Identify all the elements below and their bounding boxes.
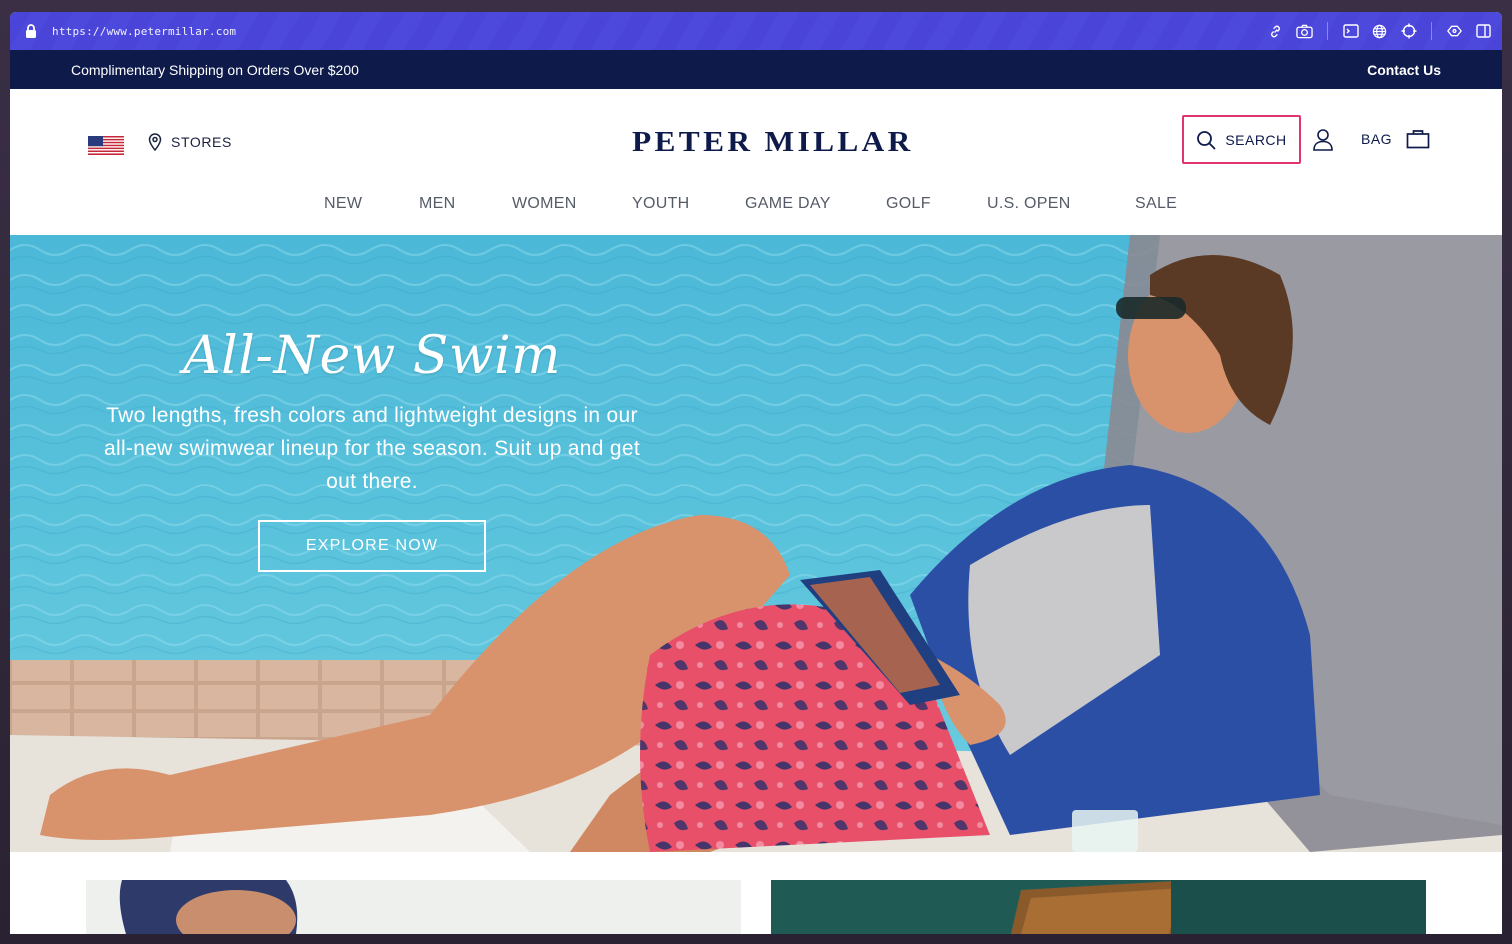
us-flag-icon[interactable]	[88, 136, 124, 155]
hero-banner[interactable]: All-New Swim Two lengths, fresh colors a…	[10, 235, 1502, 852]
shipping-promo-text: Complimentary Shipping on Orders Over $2…	[71, 61, 359, 78]
location-pin-icon	[148, 133, 162, 151]
hero-title: All-New Swim	[183, 326, 561, 386]
camera-icon[interactable]	[1296, 23, 1313, 40]
promo-bar: Complimentary Shipping on Orders Over $2…	[10, 50, 1502, 89]
promo-tile-right[interactable]	[771, 880, 1426, 934]
promo-tile-right-image	[771, 880, 1426, 934]
search-label: SEARCH	[1225, 131, 1287, 148]
extension-icon[interactable]	[1446, 23, 1463, 40]
stores-link[interactable]: STORES	[148, 133, 232, 151]
promo-tile-left-image	[86, 880, 741, 934]
account-icon[interactable]	[1312, 128, 1334, 152]
sidebar-icon[interactable]	[1475, 23, 1492, 40]
browser-toolbar	[1267, 12, 1492, 50]
bag-label: BAG	[1361, 131, 1393, 147]
nav-item-men[interactable]: MEN	[419, 195, 455, 213]
nav-item-youth[interactable]: YOUTH	[632, 195, 690, 213]
window-frame: https://www.petermillar.com Complimentar…	[0, 0, 1512, 944]
hero-subtitle: Two lengths, fresh colors and lightweigh…	[104, 404, 640, 493]
stores-label: STORES	[171, 134, 232, 150]
browser-address-bar: https://www.petermillar.com	[10, 12, 1502, 50]
explore-now-button[interactable]: EXPLORE NOW	[258, 520, 486, 572]
nav-item-new[interactable]: NEW	[324, 195, 362, 213]
promo-tile-left[interactable]	[86, 880, 741, 934]
bag-button[interactable]: BAG	[1361, 129, 1430, 149]
main-navigation: NEW MEN WOMEN YOUTH GAME DAY GOLF U.S. O…	[10, 195, 1502, 223]
nav-item-golf[interactable]: GOLF	[886, 195, 931, 213]
toolbar-divider	[1327, 22, 1328, 40]
hero-copy: All-New Swim Two lengths, fresh colors a…	[90, 327, 654, 498]
nav-item-us-open[interactable]: U.S. OPEN	[987, 195, 1071, 213]
bag-icon	[1406, 130, 1430, 149]
lock-icon	[26, 24, 36, 38]
nav-item-game-day[interactable]: GAME DAY	[745, 195, 831, 213]
toolbar-divider	[1431, 22, 1432, 40]
brand-logo[interactable]: PETER MILLAR	[632, 127, 914, 159]
crosshair-icon[interactable]	[1400, 23, 1417, 40]
search-button[interactable]: SEARCH	[1182, 115, 1301, 164]
terminal-icon[interactable]	[1342, 23, 1359, 40]
nav-item-sale[interactable]: SALE	[1135, 195, 1177, 213]
link-icon[interactable]	[1267, 23, 1284, 40]
url-text[interactable]: https://www.petermillar.com	[52, 25, 236, 38]
contact-us-link[interactable]: Contact Us	[1367, 62, 1441, 78]
site-header: STORES PETER MILLAR SEARCH BAG NEW MEN W…	[10, 89, 1502, 235]
globe-icon[interactable]	[1371, 23, 1388, 40]
search-icon	[1197, 130, 1216, 149]
browser-window: https://www.petermillar.com Complimentar…	[10, 12, 1502, 934]
nav-item-women[interactable]: WOMEN	[512, 195, 577, 213]
